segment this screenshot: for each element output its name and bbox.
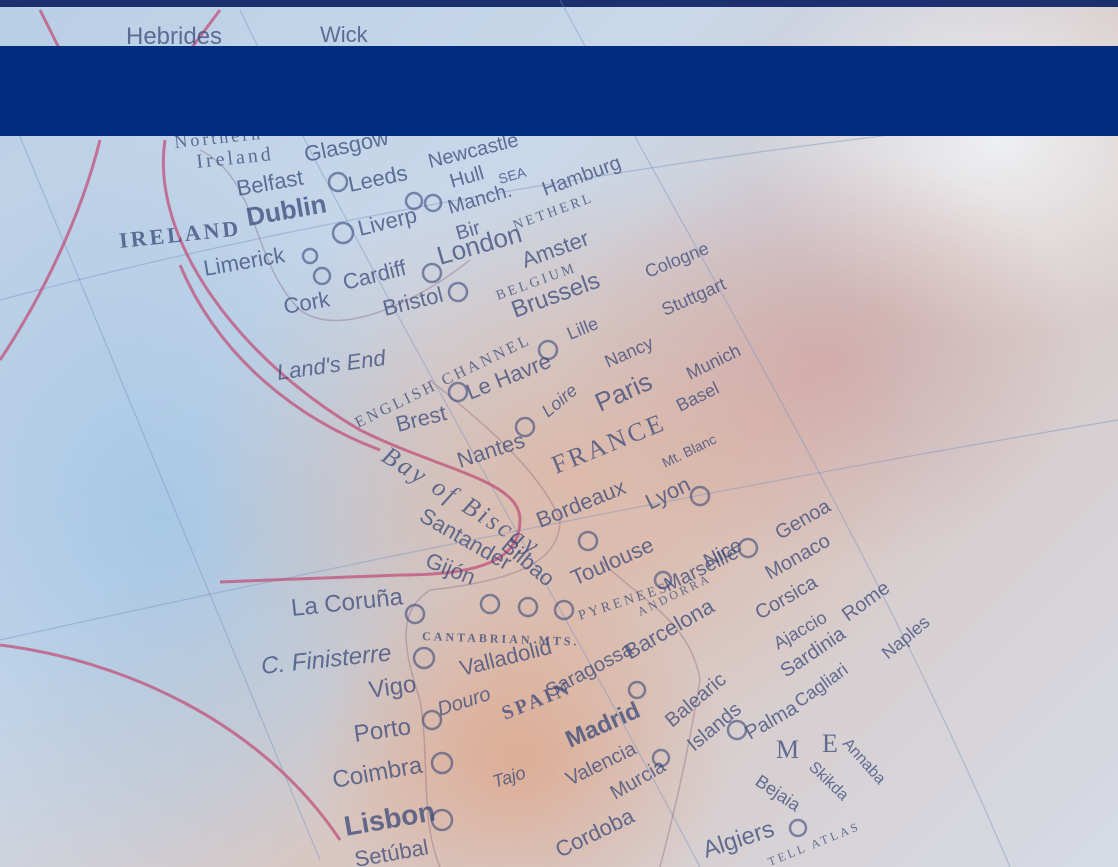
map-label-setubal: Setúbal bbox=[353, 834, 431, 867]
map-label-amster: Amster bbox=[518, 225, 592, 272]
city-marker bbox=[412, 646, 436, 670]
city-marker bbox=[312, 266, 332, 286]
city-marker bbox=[331, 221, 355, 245]
map-label-c-finisterre: C. Finisterre bbox=[260, 639, 393, 680]
city-marker bbox=[301, 247, 319, 265]
header-banner bbox=[0, 46, 1118, 136]
map-label-basel: Basel bbox=[673, 378, 722, 416]
map-label-wick: Wick bbox=[320, 22, 369, 47]
map-label-nancy: Nancy bbox=[601, 333, 656, 372]
map-label-lyon: Lyon bbox=[641, 471, 694, 514]
map-label-lands-end: Land's End bbox=[275, 345, 388, 385]
city-marker bbox=[447, 281, 469, 303]
city-marker bbox=[577, 530, 599, 552]
map-label-toulouse: Toulouse bbox=[567, 532, 658, 591]
map-label-paris: Paris bbox=[590, 366, 656, 418]
map-label-cardiff: Cardiff bbox=[340, 255, 409, 295]
map-label-loire: Loire bbox=[538, 380, 582, 421]
map-label-skikda: Skikda bbox=[805, 759, 851, 805]
map-label-munich: Munich bbox=[683, 340, 744, 383]
map-label-leeds: Leeds bbox=[346, 160, 410, 197]
map-label-bordeaux: Bordeaux bbox=[533, 474, 630, 532]
map-label-cordoba: Cordoba bbox=[551, 803, 638, 863]
page-root: Hebrides Wick Northern Ireland Glasgow N… bbox=[0, 0, 1118, 867]
map-label-med-m: M bbox=[776, 735, 802, 764]
map-label-coimbra: Coimbra bbox=[330, 751, 425, 793]
city-marker bbox=[404, 603, 426, 625]
map-label-monaco: Monaco bbox=[762, 530, 835, 585]
map-label-porto: Porto bbox=[352, 713, 413, 748]
map-label-tagus: Tajo bbox=[490, 762, 528, 791]
city-marker bbox=[421, 262, 443, 284]
city-marker bbox=[517, 596, 539, 618]
route-line bbox=[38, 9, 62, 51]
map-label-cork: Cork bbox=[282, 286, 333, 319]
map-label-nantes: Nantes bbox=[454, 427, 528, 472]
map-label-france: FRANCE bbox=[547, 408, 670, 480]
map-label-spain: SPAIN bbox=[499, 677, 575, 725]
map-label-vigo: Vigo bbox=[367, 671, 418, 704]
city-marker bbox=[327, 171, 349, 193]
map-label-annaba: Annaba bbox=[839, 735, 889, 787]
map-label-liverpool: Liverp bbox=[355, 202, 419, 241]
city-marker bbox=[430, 751, 454, 775]
map-label-lille: Lille bbox=[564, 313, 601, 344]
map-label-mt-blanc: Mt. Blanc bbox=[659, 431, 718, 471]
route-line bbox=[0, 139, 102, 361]
map-label-stuttgart: Stuttgart bbox=[658, 274, 728, 320]
map-label-cologne: Cologne bbox=[642, 238, 712, 282]
city-marker bbox=[627, 680, 647, 700]
map-label-ireland: IRELAND bbox=[118, 215, 242, 253]
map-label-med-e: E bbox=[822, 729, 841, 758]
map-label-douro: Douro bbox=[435, 683, 494, 721]
map-label-naples: Naples bbox=[878, 612, 934, 663]
city-marker bbox=[788, 818, 808, 838]
map-label-atlas: TELL ATLAS bbox=[766, 819, 863, 867]
map-label-bejaia: Bejaia bbox=[752, 771, 805, 816]
map-label-la-coruna: La Coruña bbox=[290, 583, 405, 622]
map-label-bristol: Bristol bbox=[380, 282, 445, 321]
city-marker bbox=[479, 593, 501, 615]
